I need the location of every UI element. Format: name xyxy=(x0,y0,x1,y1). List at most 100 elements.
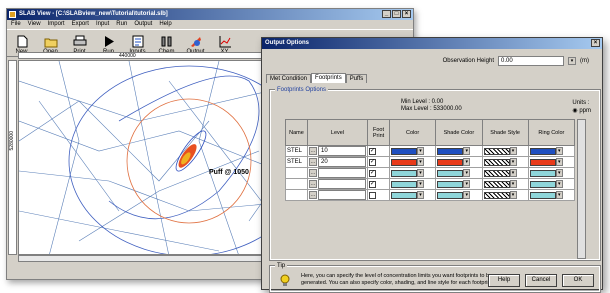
tab-met-condition[interactable]: Met Condition xyxy=(266,74,312,83)
menu-export[interactable]: Export xyxy=(72,20,89,29)
dialog-buttons: Help Cancel OK xyxy=(488,274,594,287)
menu-output[interactable]: Output xyxy=(134,20,152,29)
level-picker-button[interactable]: ... xyxy=(309,169,317,177)
row-name: STEL xyxy=(287,148,303,154)
shade-color-cell[interactable]: ▾ xyxy=(435,178,483,190)
color-cell[interactable]: ▾ xyxy=(388,189,437,201)
shade-color-dropdown[interactable]: ▾ xyxy=(463,180,471,188)
footprint-checkbox[interactable]: ✓ xyxy=(369,169,376,177)
ring-color-dropdown[interactable]: ▾ xyxy=(555,180,563,188)
level-input[interactable] xyxy=(318,179,366,189)
menu-file[interactable]: File xyxy=(11,20,21,29)
footprint-cell[interactable]: ✓ xyxy=(367,145,390,157)
ring-color-cell[interactable]: ▾ xyxy=(527,156,576,168)
name-cell[interactable] xyxy=(285,167,308,179)
shade-style-cell[interactable]: ▾ xyxy=(481,145,529,157)
color-cell[interactable]: ▾ xyxy=(388,145,437,157)
units-radio-ppm[interactable]: ◉ ppm xyxy=(572,107,591,115)
color-cell[interactable]: ▾ xyxy=(388,156,437,168)
footprint-cell[interactable]: ✓ xyxy=(367,178,390,190)
shade-color-cell[interactable]: ▾ xyxy=(435,145,483,157)
ring-color-dropdown[interactable]: ▾ xyxy=(555,191,563,199)
maximize-button[interactable]: □ xyxy=(392,10,401,18)
shade-style-dropdown[interactable]: ▾ xyxy=(509,191,517,199)
main-title-bar: SLAB View - [C:\SLABview_new\Tutorial\tu… xyxy=(7,9,413,20)
shade-style-cell[interactable]: ▾ xyxy=(481,167,529,179)
level-input[interactable] xyxy=(318,168,366,178)
ok-button[interactable]: OK xyxy=(562,274,594,287)
footprint-checkbox[interactable] xyxy=(369,191,376,199)
shade-style-swatch xyxy=(483,169,510,177)
ring-color-cell[interactable]: ▾ xyxy=(527,178,576,190)
footprint-cell[interactable]: ✓ xyxy=(367,156,390,168)
footprint-cell[interactable] xyxy=(367,189,390,201)
shade-style-cell[interactable]: ▾ xyxy=(481,189,529,201)
shade-style-swatch xyxy=(483,180,510,188)
help-button[interactable]: Help xyxy=(488,274,520,287)
cancel-button[interactable]: Cancel xyxy=(525,274,557,287)
observation-height-input[interactable]: 0.00 xyxy=(498,56,564,66)
color-dropdown[interactable]: ▾ xyxy=(417,158,424,166)
dialog-close-button[interactable]: × xyxy=(591,39,600,47)
level-input[interactable]: 20 xyxy=(318,157,366,167)
level-picker-button[interactable]: ... xyxy=(309,158,317,166)
table-vertical-scrollbar[interactable] xyxy=(577,119,586,259)
ring-color-cell[interactable]: ▾ xyxy=(527,189,576,201)
color-dropdown[interactable]: ▾ xyxy=(417,191,424,199)
footprints-options-group: Footprints Options Min Level : 0.00 Max … xyxy=(269,87,601,261)
shade-style-dropdown[interactable]: ▾ xyxy=(509,147,517,155)
name-cell[interactable] xyxy=(285,178,308,190)
color-cell[interactable]: ▾ xyxy=(388,178,437,190)
ring-color-dropdown[interactable]: ▾ xyxy=(555,158,563,166)
ring-color-dropdown[interactable]: ▾ xyxy=(555,169,563,177)
shade-color-dropdown[interactable]: ▾ xyxy=(463,158,471,166)
footprint-checkbox[interactable]: ✓ xyxy=(369,158,376,166)
level-input[interactable] xyxy=(318,190,366,200)
menu-view[interactable]: View xyxy=(28,20,41,29)
dialog-title: Output Options xyxy=(265,40,309,46)
minimize-button[interactable]: _ xyxy=(382,10,391,18)
level-cell[interactable]: ... xyxy=(307,189,368,201)
shade-color-cell[interactable]: ▾ xyxy=(435,167,483,179)
menu-input[interactable]: Input xyxy=(96,20,109,29)
color-dropdown[interactable]: ▾ xyxy=(417,169,424,177)
ring-color-cell[interactable]: ▾ xyxy=(527,145,576,157)
color-cell[interactable]: ▾ xyxy=(388,167,437,179)
shade-color-cell[interactable]: ▾ xyxy=(435,156,483,168)
footprint-cell[interactable]: ✓ xyxy=(367,167,390,179)
inputs-icon xyxy=(132,35,143,48)
footprint-checkbox[interactable]: ✓ xyxy=(369,147,376,155)
observation-height-dropdown[interactable]: ▾ xyxy=(568,57,576,65)
name-cell[interactable]: STEL xyxy=(285,156,308,168)
shade-color-dropdown[interactable]: ▾ xyxy=(463,169,471,177)
level-picker-button[interactable]: ... xyxy=(309,147,317,155)
color-dropdown[interactable]: ▾ xyxy=(417,147,424,155)
shade-style-cell[interactable]: ▾ xyxy=(481,156,529,168)
name-cell[interactable]: STEL xyxy=(285,145,308,157)
level-cell[interactable]: ... xyxy=(307,178,368,190)
level-cell[interactable]: ... 20 xyxy=(307,156,368,168)
menu-run[interactable]: Run xyxy=(116,20,127,29)
level-picker-button[interactable]: ... xyxy=(309,191,317,199)
shade-color-dropdown[interactable]: ▾ xyxy=(463,147,471,155)
ring-color-dropdown[interactable]: ▾ xyxy=(555,147,563,155)
level-cell[interactable]: ... xyxy=(307,167,368,179)
shade-style-dropdown[interactable]: ▾ xyxy=(509,158,517,166)
menu-import[interactable]: Import xyxy=(48,20,65,29)
ring-color-cell[interactable]: ▾ xyxy=(527,167,576,179)
shade-color-dropdown[interactable]: ▾ xyxy=(463,191,471,199)
shade-color-cell[interactable]: ▾ xyxy=(435,189,483,201)
shade-style-dropdown[interactable]: ▾ xyxy=(509,169,517,177)
close-button[interactable]: × xyxy=(402,10,411,18)
name-cell[interactable] xyxy=(285,189,308,201)
menu-help[interactable]: Help xyxy=(159,20,171,29)
footprint-checkbox[interactable]: ✓ xyxy=(369,180,376,188)
level-input[interactable]: 10 xyxy=(318,146,366,156)
tab-footprints[interactable]: Footprints xyxy=(311,73,346,83)
level-cell[interactable]: ... 10 xyxy=(307,145,368,157)
color-dropdown[interactable]: ▾ xyxy=(417,180,424,188)
shade-style-dropdown[interactable]: ▾ xyxy=(509,180,517,188)
tab-puffs[interactable]: Puffs xyxy=(345,74,368,83)
level-picker-button[interactable]: ... xyxy=(309,180,317,188)
shade-style-cell[interactable]: ▾ xyxy=(481,178,529,190)
